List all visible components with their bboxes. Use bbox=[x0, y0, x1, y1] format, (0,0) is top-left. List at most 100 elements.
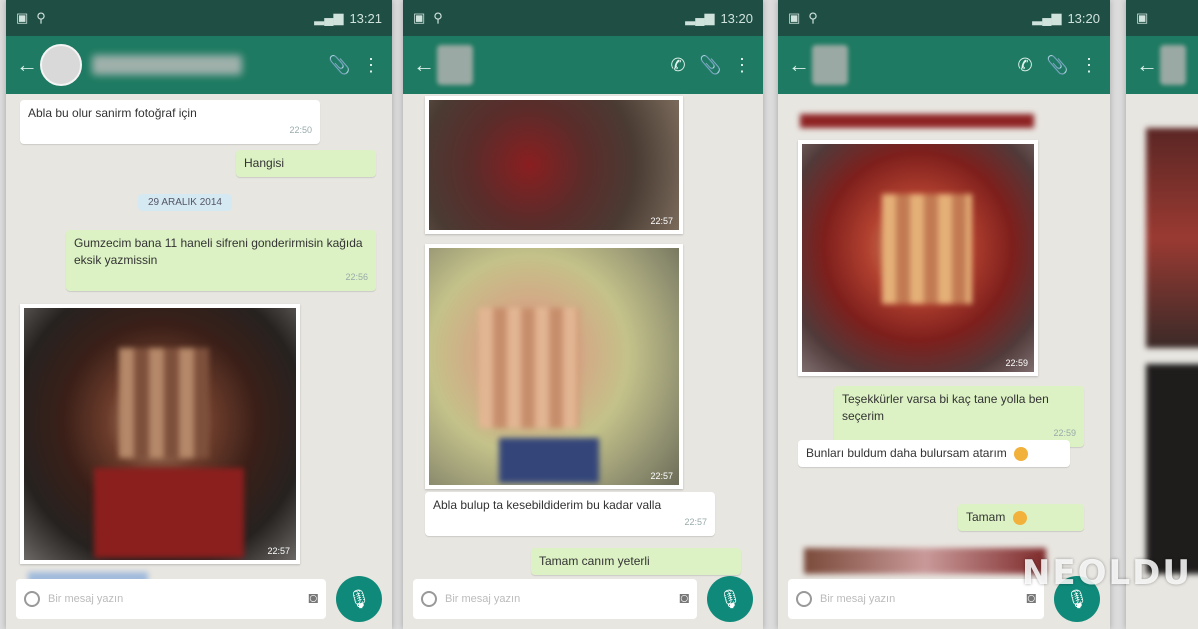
blue-clothing bbox=[499, 438, 599, 483]
search-icon: ⚲ bbox=[36, 10, 46, 25]
photo-message[interactable]: 22:57 bbox=[20, 304, 300, 564]
notification-icon: ▣ bbox=[413, 10, 426, 25]
contact-avatar[interactable] bbox=[437, 45, 473, 85]
message-incoming[interactable]: Bunları buldum daha bulursam atarım bbox=[798, 440, 1070, 467]
call-icon[interactable]: ✆ bbox=[1014, 55, 1036, 76]
photo-message[interactable]: 22:59 bbox=[798, 140, 1038, 376]
notification-icon: ▣ bbox=[788, 10, 801, 25]
status-time: 13:21 bbox=[349, 10, 382, 26]
photo-message bbox=[1146, 364, 1198, 574]
photo-message bbox=[1146, 128, 1198, 348]
message-time: 22:50 bbox=[289, 125, 312, 135]
emoji-icon[interactable] bbox=[24, 591, 40, 607]
mic-icon: 🎙 bbox=[347, 588, 371, 609]
message-text: Tamam canım yeterli bbox=[539, 554, 650, 568]
camera-icon[interactable]: ◙ bbox=[308, 590, 318, 608]
signal-icon: ▂▄▆ bbox=[314, 10, 344, 25]
pixelated-face bbox=[479, 308, 579, 428]
emoji-icon[interactable] bbox=[421, 591, 437, 607]
message-text: Gumzecim bana 11 haneli sifreni gonderir… bbox=[74, 236, 363, 267]
message-text: Hangisi bbox=[244, 156, 285, 170]
pixelated-face bbox=[119, 348, 209, 458]
date-divider: 29 ARALIK 2014 bbox=[138, 194, 232, 211]
message-input[interactable]: Bir mesaj yazın ◙ bbox=[413, 579, 697, 619]
chat-header: ← 📎 ⋮ bbox=[6, 36, 392, 94]
mic-icon: 🎙 bbox=[718, 588, 742, 609]
message-text: Bunları buldum daha bulursam atarım bbox=[806, 446, 1007, 460]
message-composer: Bir mesaj yazın ◙ 🎙 bbox=[6, 569, 392, 629]
status-time: 13:20 bbox=[720, 10, 753, 26]
notification-icon: ▣ bbox=[1136, 10, 1149, 25]
message-input[interactable]: Bir mesaj yazın ◙ bbox=[16, 579, 326, 619]
more-options-icon[interactable]: ⋮ bbox=[360, 55, 382, 76]
laughing-emoji-icon bbox=[1014, 446, 1029, 461]
photo-time: 22:57 bbox=[650, 216, 673, 226]
more-options-icon[interactable]: ⋮ bbox=[731, 55, 753, 76]
message-incoming[interactable]: Abla bu olur sanirm fotoğraf için 22:50 bbox=[20, 100, 320, 144]
attach-icon[interactable]: 📎 bbox=[328, 55, 350, 76]
search-icon: ⚲ bbox=[433, 10, 443, 25]
chat-screen-2: ▣ ⚲ ▂▄▆ 13:20 ← ✆ 📎 ⋮ 22:57 22:57 Abla bul… bbox=[403, 0, 763, 629]
more-options-icon[interactable]: ⋮ bbox=[1078, 55, 1100, 76]
back-arrow-icon[interactable]: ← bbox=[413, 52, 435, 78]
chat-header: ← ✆ 📎 ⋮ bbox=[403, 36, 763, 94]
message-input[interactable]: Bir mesaj yazın ◙ bbox=[788, 579, 1044, 619]
mic-button[interactable]: 🎙 bbox=[336, 576, 382, 622]
photo-message[interactable]: 22:57 bbox=[425, 96, 683, 234]
photo-strip bbox=[800, 114, 1034, 128]
photo-message[interactable]: 22:57 bbox=[425, 244, 683, 489]
call-icon[interactable]: ✆ bbox=[667, 55, 689, 76]
chat-screen-3: ▣ ⚲ ▂▄▆ 13:20 ← ✆ 📎 ⋮ 22:59 Teşekkürler va… bbox=[778, 0, 1110, 629]
photo-time: 22:57 bbox=[267, 546, 290, 556]
pixelated-face bbox=[882, 194, 972, 304]
red-clothing bbox=[94, 468, 244, 558]
photo-time: 22:57 bbox=[650, 471, 673, 481]
message-composer: Bir mesaj yazın ◙ 🎙 bbox=[403, 569, 763, 629]
input-placeholder: Bir mesaj yazın bbox=[445, 593, 521, 605]
back-arrow-icon[interactable]: ← bbox=[788, 52, 810, 78]
message-outgoing[interactable]: Tamam bbox=[958, 504, 1084, 531]
message-list: 22:57 22:57 Abla bulup ta kesebildiderim… bbox=[403, 94, 763, 575]
message-text: Abla bu olur sanirm fotoğraf için bbox=[28, 106, 197, 120]
status-bar: ▣ bbox=[1126, 0, 1198, 36]
contact-avatar[interactable] bbox=[1160, 45, 1186, 85]
notification-icon: ▣ bbox=[16, 10, 29, 25]
message-incoming[interactable]: Abla bulup ta kesebildiderim bu kadar va… bbox=[425, 492, 715, 536]
smile-emoji-icon bbox=[1012, 510, 1027, 525]
message-text: Abla bulup ta kesebildiderim bu kadar va… bbox=[433, 498, 662, 512]
input-placeholder: Bir mesaj yazın bbox=[820, 593, 896, 605]
signal-icon: ▂▄▆ bbox=[1032, 10, 1062, 25]
chat-screen-1: ▣ ⚲ ▂▄▆ 13:21 ← 📎 ⋮ Abla bu olur sanirm fo… bbox=[6, 0, 392, 629]
chat-header: ← bbox=[1126, 36, 1198, 94]
message-outgoing[interactable]: Gumzecim bana 11 haneli sifreni gonderir… bbox=[66, 230, 376, 291]
status-bar: ▣ ⚲ ▂▄▆ 13:20 bbox=[778, 0, 1110, 36]
message-outgoing[interactable]: Teşekkürler varsa bi kaç tane yolla ben … bbox=[834, 386, 1084, 447]
message-time: 22:56 bbox=[345, 272, 368, 282]
chat-header: ← ✆ 📎 ⋮ bbox=[778, 36, 1110, 94]
status-bar: ▣ ⚲ ▂▄▆ 13:21 bbox=[6, 0, 392, 36]
attach-icon[interactable]: 📎 bbox=[1046, 55, 1068, 76]
photo-time: 22:59 bbox=[1005, 358, 1028, 368]
contact-avatar[interactable] bbox=[812, 45, 848, 85]
contact-name-redacted[interactable] bbox=[92, 55, 242, 75]
search-icon: ⚲ bbox=[808, 10, 818, 25]
signal-icon: ▂▄▆ bbox=[685, 10, 715, 25]
message-time: 22:57 bbox=[684, 517, 707, 527]
chat-screen-4-partial: ▣ ← bbox=[1126, 0, 1198, 629]
message-list: Abla bu olur sanirm fotoğraf için 22:50 … bbox=[6, 94, 392, 588]
message-list: 22:59 Teşekkürler varsa bi kaç tane yoll… bbox=[778, 94, 1110, 574]
back-arrow-icon[interactable]: ← bbox=[1136, 52, 1158, 78]
contact-avatar[interactable] bbox=[40, 44, 82, 86]
camera-icon[interactable]: ◙ bbox=[679, 590, 689, 608]
attach-icon[interactable]: 📎 bbox=[699, 55, 721, 76]
status-time: 13:20 bbox=[1067, 10, 1100, 26]
site-watermark: NEOLDU bbox=[1021, 553, 1192, 593]
message-text: Tamam bbox=[966, 510, 1006, 524]
message-outgoing[interactable]: Hangisi bbox=[236, 150, 376, 177]
status-bar: ▣ ⚲ ▂▄▆ 13:20 bbox=[403, 0, 763, 36]
mic-button[interactable]: 🎙 bbox=[707, 576, 753, 622]
message-text: Teşekkürler varsa bi kaç tane yolla ben … bbox=[842, 392, 1049, 423]
input-placeholder: Bir mesaj yazın bbox=[48, 593, 124, 605]
back-arrow-icon[interactable]: ← bbox=[16, 52, 38, 78]
emoji-icon[interactable] bbox=[796, 591, 812, 607]
